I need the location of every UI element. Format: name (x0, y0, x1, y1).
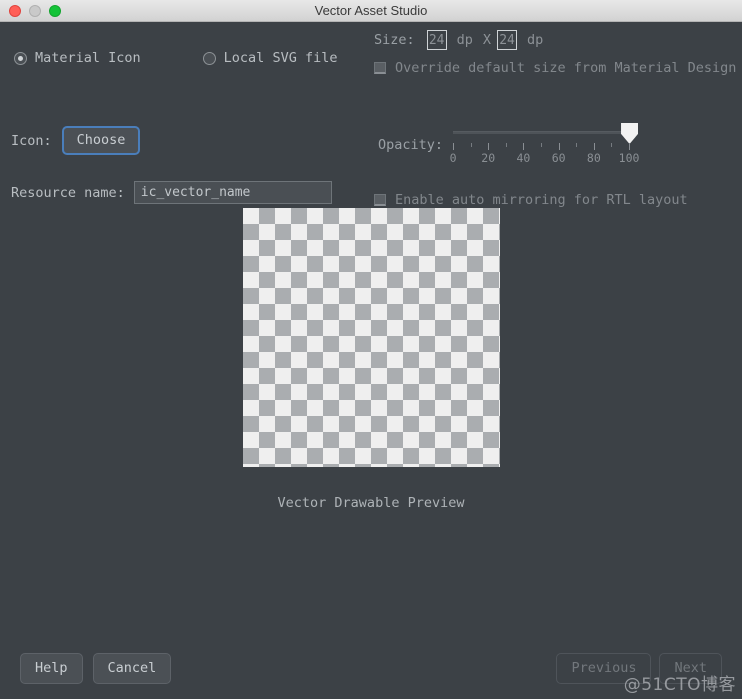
opacity-tick (488, 143, 490, 150)
size-width-input[interactable] (426, 30, 447, 50)
override-default-size-row[interactable]: Override default size from Material Desi… (374, 60, 736, 76)
vector-asset-studio-window: Vector Asset Studio Material Icon Local … (0, 0, 742, 699)
icon-label: Icon: (11, 132, 52, 149)
size-separator: X (482, 32, 492, 48)
opacity-tick (470, 143, 472, 147)
opacity-tick (541, 143, 543, 147)
close-window-icon[interactable] (9, 4, 21, 17)
size-label: Size: (374, 32, 415, 48)
rtl-mirroring-label: Enable auto mirroring for RTL layout (395, 192, 688, 208)
zoom-window-icon[interactable] (49, 4, 61, 17)
resource-name-input[interactable] (133, 181, 332, 204)
opacity-tick (558, 143, 560, 150)
radio-material-icon-label: Material Icon (35, 50, 141, 66)
radio-local-svg-label: Local SVG file (223, 50, 338, 66)
window-controls (9, 4, 61, 17)
resource-name-row: Resource name: (11, 181, 332, 204)
opacity-tick (453, 143, 455, 150)
resource-name-label: Resource name: (11, 184, 125, 201)
override-default-size-label: Override default size from Material Desi… (395, 60, 737, 76)
footer-left-buttons: Help Cancel (20, 652, 172, 684)
opacity-tick (505, 143, 507, 147)
size-height-input[interactable] (497, 30, 518, 50)
opacity-slider-thumb[interactable] (621, 123, 639, 144)
override-default-size-checkbox[interactable] (374, 62, 386, 74)
opacity-label: Opacity: (378, 137, 444, 153)
cancel-button[interactable]: Cancel (92, 652, 172, 684)
radio-local-svg-indicator[interactable] (202, 51, 216, 65)
radio-option-local-svg-file[interactable]: Local SVG file (202, 50, 338, 66)
size-row: Size: dp X dp (374, 30, 553, 50)
opacity-tick-label: 0 (449, 151, 457, 165)
rtl-mirroring-row[interactable]: Enable auto mirroring for RTL layout (374, 192, 688, 208)
help-button[interactable]: Help (20, 652, 83, 684)
vector-drawable-preview-canvas (242, 208, 500, 467)
previous-button[interactable]: Previous (556, 652, 652, 684)
window-title: Vector Asset Studio (314, 3, 428, 18)
opacity-tick-label: 20 (481, 151, 496, 165)
size-width-unit: dp (456, 32, 473, 48)
opacity-tick-label: 80 (586, 151, 601, 165)
choose-icon-button[interactable]: Choose (61, 126, 141, 155)
opacity-slider-ticks (453, 143, 631, 151)
title-bar: Vector Asset Studio (0, 0, 742, 22)
rtl-mirroring-checkbox[interactable] (374, 194, 386, 206)
minimize-window-icon[interactable] (29, 4, 41, 17)
dialog-content: Material Icon Local SVG file Icon: Choos… (0, 22, 742, 699)
footer-right-buttons: Previous Next (556, 652, 722, 684)
preview-caption: Vector Drawable Preview (277, 495, 465, 511)
next-button[interactable]: Next (659, 652, 722, 684)
radio-option-material-icon[interactable]: Material Icon (14, 50, 141, 66)
radio-material-icon-indicator[interactable] (14, 51, 27, 65)
opacity-tick (523, 143, 525, 150)
opacity-tick (611, 143, 613, 147)
opacity-tick (576, 143, 578, 147)
preview-area: Vector Drawable Preview (0, 208, 742, 511)
opacity-slider[interactable]: 0 20 40 60 80 100 (449, 117, 640, 173)
opacity-slider-track[interactable] (453, 131, 630, 134)
opacity-tick (593, 143, 595, 150)
icon-chooser-row: Icon: Choose (11, 126, 141, 155)
opacity-tick-label: 60 (551, 151, 566, 165)
opacity-row: Opacity: 0 20 40 60 80 100 (378, 117, 640, 173)
opacity-tick (629, 143, 631, 150)
asset-type-radio-group: Material Icon Local SVG file (14, 50, 337, 66)
opacity-tick-label: 40 (516, 151, 531, 165)
opacity-slider-tick-labels: 0 20 40 60 80 100 (449, 151, 640, 167)
size-height-unit: dp (527, 32, 544, 48)
dialog-footer: Help Cancel Previous Next (0, 637, 742, 699)
opacity-tick-label: 100 (618, 151, 640, 165)
